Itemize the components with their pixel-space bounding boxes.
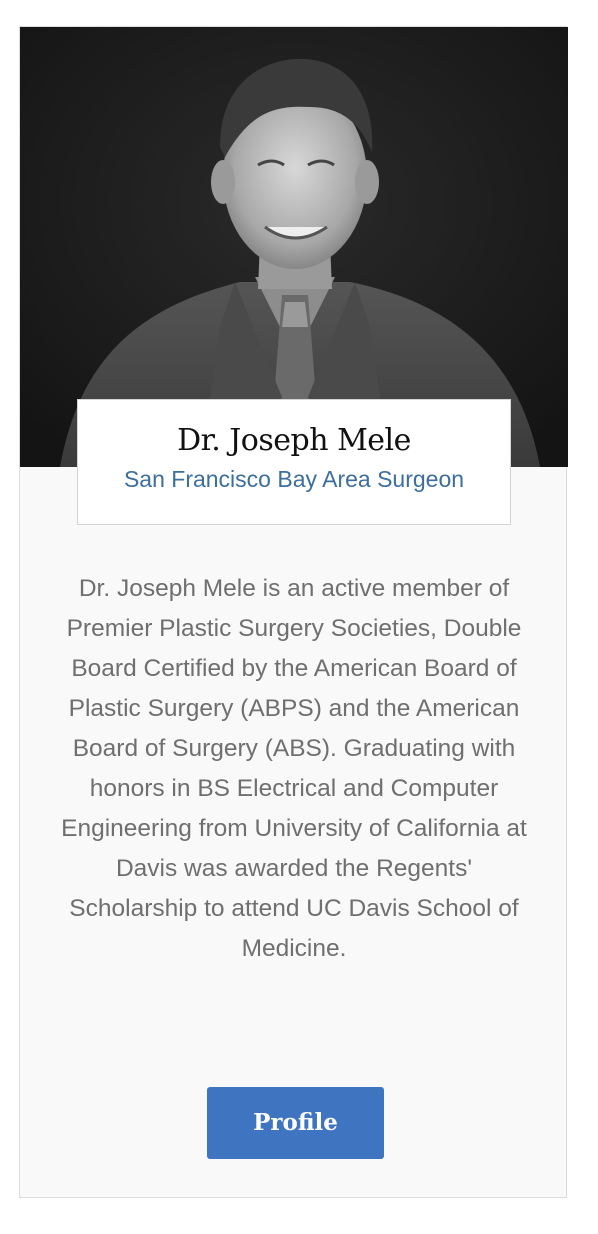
doctor-card: Dr. Joseph Mele San Francisco Bay Area S… xyxy=(19,26,568,1198)
doctor-name: Dr. Joseph Mele xyxy=(177,423,411,458)
doctor-bio: Dr. Joseph Mele is an active member of P… xyxy=(61,575,527,962)
profile-button[interactable]: Profile xyxy=(207,1087,384,1159)
name-box: Dr. Joseph Mele San Francisco Bay Area S… xyxy=(77,399,511,525)
doctor-subtitle[interactable]: San Francisco Bay Area Surgeon xyxy=(78,464,510,494)
